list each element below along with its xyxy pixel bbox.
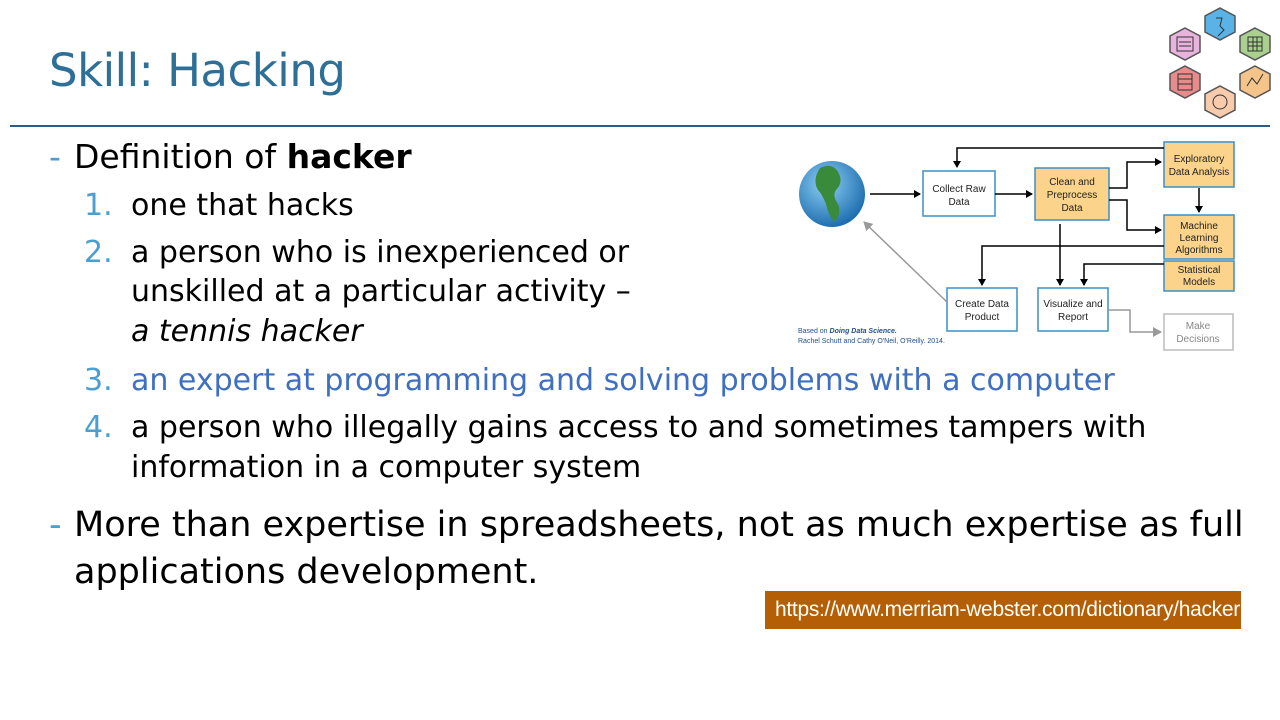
item-number: 3. [84, 363, 113, 398]
bullet-text: Definition of [74, 137, 287, 176]
svg-text:Preprocess: Preprocess [1047, 190, 1098, 201]
item-text: one that hacks [131, 188, 354, 223]
svg-text:Data: Data [948, 197, 970, 208]
svg-text:Exploratory: Exploratory [1174, 154, 1225, 165]
svg-text:Statistical: Statistical [1178, 265, 1221, 276]
data-science-process-diagram: Collect Raw Data Clean and Preprocess Da… [798, 141, 1235, 351]
item-text-line2: unskilled at a particular activity – [131, 274, 631, 309]
svg-text:Learning: Learning [1180, 233, 1219, 244]
source-url-label[interactable]: https://www.merriam-webster.com/dictiona… [765, 591, 1241, 629]
globe-icon [799, 161, 865, 227]
svg-text:Machine: Machine [1180, 221, 1218, 232]
item-text-line1: a person who illegally gains access to a… [131, 410, 1147, 445]
bullet-dash: - [49, 505, 62, 545]
bullet-text-line2: applications development. [74, 552, 539, 592]
svg-text:Models: Models [1183, 277, 1215, 288]
course-logo [1169, 7, 1271, 119]
item-text-line2: information in a computer system [131, 450, 642, 485]
slide-title: Skill: Hacking [49, 44, 346, 97]
item-number: 4. [84, 410, 113, 445]
svg-text:Decisions: Decisions [1176, 334, 1219, 345]
bullet-text-line1: More than expertise in spreadsheets, not… [74, 505, 1244, 545]
svg-text:Create Data: Create Data [955, 299, 1009, 310]
svg-text:Clean and: Clean and [1049, 177, 1095, 188]
svg-text:Collect Raw: Collect Raw [932, 184, 986, 195]
svg-text:Make: Make [1186, 321, 1211, 332]
item-text-line1: a person who is inexperienced or [131, 235, 630, 270]
bullet-keyword: hacker [286, 137, 412, 176]
bullet-dash: - [49, 137, 61, 176]
diagram-credit: Based on Doing Data Science. Rachel Schu… [798, 328, 945, 345]
item-number: 2. [84, 235, 113, 270]
svg-text:Report: Report [1058, 312, 1088, 323]
svg-text:Based on Doing Data Science.: Based on Doing Data Science. [798, 328, 897, 335]
title-divider [10, 125, 1270, 127]
svg-text:Data: Data [1061, 203, 1083, 214]
item-number: 1. [84, 188, 113, 223]
item-text: an expert at programming and solving pro… [131, 363, 1115, 398]
item-example: a tennis hacker [131, 314, 363, 349]
svg-text:Algorithms: Algorithms [1175, 245, 1222, 256]
svg-text:Visualize and: Visualize and [1043, 299, 1102, 310]
svg-text:Product: Product [965, 312, 1000, 323]
svg-text:Rachel Schutt and Cathy O'Neil: Rachel Schutt and Cathy O'Neil, O'Reilly… [798, 338, 945, 345]
svg-text:Data Analysis: Data Analysis [1169, 167, 1230, 178]
